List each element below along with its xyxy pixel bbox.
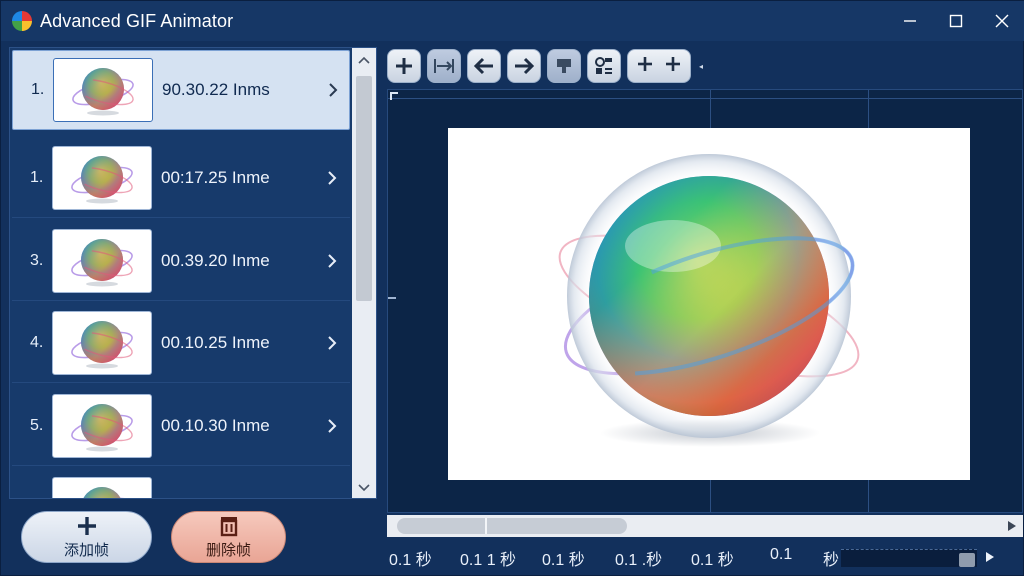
frame-row[interactable]: 1. 90.30.22 Inms	[12, 50, 350, 130]
canvas-area[interactable]	[387, 89, 1023, 513]
frame-time: 00.10.30 Inme	[161, 415, 270, 435]
title-bar: Advanced GIF Animator	[1, 1, 1024, 41]
delete-frame-label: 删除帧	[205, 541, 251, 559]
frame-row[interactable]: 5. 00.10.30 Inme	[12, 386, 350, 466]
frame-time: 00.39.20 Inme	[161, 250, 270, 270]
delete-frame-button[interactable]: 删除帧	[171, 511, 286, 563]
add-tool-button[interactable]	[387, 49, 421, 83]
window-controls	[887, 1, 1024, 41]
arrow-right-icon	[515, 57, 535, 75]
triangle-right-icon	[1008, 521, 1016, 531]
maximize-icon	[949, 14, 963, 28]
frame-delay-label[interactable]: 0.1 秒	[542, 546, 585, 570]
canvas-corner-marker	[390, 92, 398, 100]
chevron-right-icon[interactable]	[322, 335, 342, 351]
frame-delay-label[interactable]: 0.1 1 秒	[460, 546, 516, 570]
canvas-ruler-tick	[388, 297, 396, 299]
editor-toolbar: ◂	[387, 49, 705, 83]
previous-frame-button[interactable]	[467, 49, 501, 83]
timeline: 0.1 秒 0.1 1 秒 0.1 秒 0.1 .秒 0.1 秒 0.1 秒	[387, 541, 1023, 571]
minimize-button[interactable]	[887, 1, 933, 41]
canvas-horizontal-scrollbar[interactable]	[387, 515, 1023, 537]
fit-width-button[interactable]	[427, 49, 461, 83]
timeline-track[interactable]	[841, 549, 977, 567]
chevron-up-icon	[358, 56, 370, 64]
frame-delay-label[interactable]: 0.1	[770, 546, 792, 564]
frame-preview-image[interactable]	[448, 128, 970, 480]
guide-line-horizontal	[388, 98, 1022, 99]
frame-row[interactable]: 4. 00.10.25 Inme	[12, 303, 350, 383]
play-button[interactable]	[983, 550, 997, 564]
horizontal-scrollbar-thumb[interactable]	[397, 518, 627, 534]
frame-thumbnail	[53, 58, 153, 122]
trash-icon	[219, 515, 239, 537]
app-title: Advanced GIF Animator	[40, 10, 234, 31]
add-frame-button[interactable]: 添加帧	[21, 511, 152, 563]
zoom-tool-group	[627, 49, 691, 83]
frame-time: 00.20.30 Inms	[161, 499, 316, 500]
add-frame-label: 添加帧	[63, 541, 109, 559]
frame-row[interactable]: 6.00.20.30 Inms	[12, 469, 350, 500]
chevron-down-icon	[358, 484, 370, 492]
scroll-up-button[interactable]	[352, 50, 376, 70]
frame-number: 1.	[30, 168, 44, 186]
frame-thumbnail	[52, 310, 152, 375]
stamp-tool-button[interactable]	[547, 49, 581, 83]
frame-row[interactable]: 3. 00.39.20 Inme	[12, 221, 350, 301]
close-button[interactable]	[979, 1, 1024, 41]
app-window: Advanced GIF Animator 1. 90.30.22 Inms 1. 0…	[0, 0, 1024, 576]
scroll-down-button[interactable]	[352, 478, 376, 498]
next-frame-button[interactable]	[507, 49, 541, 83]
frame-time: 90.30.22 Inms	[162, 80, 270, 99]
frame-time: 00:17.25 Inme	[161, 167, 270, 187]
chevron-right-icon[interactable]	[322, 418, 342, 434]
frame-thumbnail	[52, 476, 152, 498]
frame-number: 1.	[31, 81, 45, 98]
frame-list-scrollbar[interactable]	[352, 48, 376, 498]
frame-list: 1. 90.30.22 Inms 1. 00:17.25 Inme 3. 00.39.20…	[10, 48, 352, 500]
frame-thumbnail	[52, 228, 152, 293]
plus-icon	[76, 515, 98, 537]
frame-number: 5.	[30, 416, 44, 434]
image-text-icon	[595, 57, 612, 74]
frame-delay-label[interactable]: 0.1 .秒	[615, 546, 662, 570]
close-icon	[995, 14, 1009, 28]
frame-delay-label[interactable]: 秒	[823, 546, 839, 570]
fit-width-icon	[434, 59, 454, 73]
rainbow-sphere-image	[558, 154, 860, 447]
stamp-icon	[557, 59, 571, 73]
chevron-right-icon[interactable]	[323, 82, 343, 98]
plus-icon	[638, 56, 652, 71]
minimize-icon	[904, 20, 916, 22]
toolbar-overflow-button[interactable]: ◂	[697, 49, 705, 83]
frame-number: 4.	[30, 333, 44, 351]
scrollbar-thumb[interactable]	[356, 76, 372, 301]
arrow-left-icon	[473, 57, 493, 75]
maximize-button[interactable]	[933, 1, 979, 41]
frame-delay-label[interactable]: 0.1 秒	[691, 546, 734, 570]
frame-thumbnail	[52, 145, 152, 210]
scrollbar-grip	[485, 518, 487, 534]
chevron-right-icon[interactable]	[322, 253, 342, 269]
zoom-in-button[interactable]	[636, 55, 654, 78]
scroll-right-button[interactable]	[1005, 519, 1019, 533]
add-layer-button[interactable]	[664, 55, 682, 78]
app-logo-icon	[12, 11, 32, 31]
frame-number: 3.	[30, 251, 44, 269]
frame-thumbnail	[52, 393, 152, 458]
frame-row[interactable]: 1. 00:17.25 Inme	[12, 138, 350, 218]
add-icon	[396, 58, 412, 74]
timeline-slider-knob[interactable]	[959, 553, 975, 567]
frame-delay-label[interactable]: 0.1 秒	[389, 546, 432, 570]
frame-time: 00.10.25 Inme	[161, 332, 270, 352]
plus-icon	[666, 56, 680, 71]
frame-list-panel: 1. 90.30.22 Inms 1. 00:17.25 Inme 3. 00.39.20…	[9, 47, 377, 499]
image-text-tool-button[interactable]	[587, 49, 621, 83]
play-icon	[986, 552, 994, 562]
chevron-right-icon[interactable]	[322, 170, 342, 186]
